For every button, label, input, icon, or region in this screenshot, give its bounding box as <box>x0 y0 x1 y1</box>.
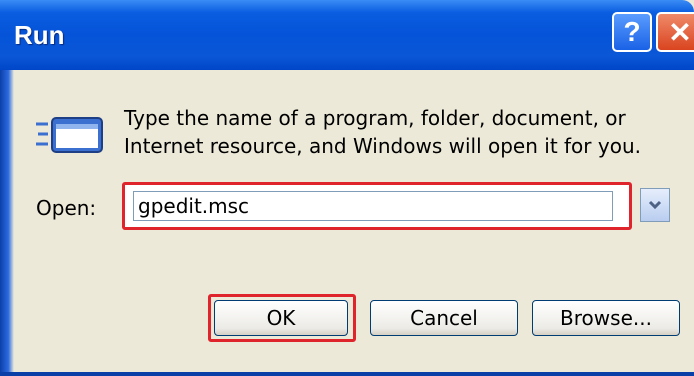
browse-button[interactable]: Browse... <box>532 300 680 336</box>
open-dropdown-button[interactable] <box>640 188 670 222</box>
help-button[interactable]: ? <box>612 12 652 52</box>
instruction-line-2: Internet resource, and Windows will open… <box>124 134 641 158</box>
open-input[interactable] <box>133 191 613 221</box>
chevron-down-icon <box>648 200 662 210</box>
run-dialog: Run ? ✕ Type the name of a program, fold… <box>0 0 694 376</box>
help-icon: ? <box>623 16 641 47</box>
open-label: Open: <box>36 196 97 220</box>
open-input-highlight <box>122 182 632 230</box>
window-bottom-border <box>0 372 694 376</box>
close-icon: ✕ <box>668 16 692 48</box>
run-window-icon <box>36 117 103 153</box>
window-left-border <box>0 70 14 376</box>
cancel-button[interactable]: Cancel <box>370 300 518 336</box>
instruction-line-1: Type the name of a program, folder, docu… <box>124 106 626 130</box>
window-title: Run <box>14 20 65 50</box>
close-button[interactable]: ✕ <box>656 12 694 52</box>
title-bar[interactable]: Run ? ✕ <box>0 0 694 70</box>
instruction-text: Type the name of a program, folder, docu… <box>124 104 641 160</box>
ok-button[interactable]: OK <box>214 300 348 336</box>
